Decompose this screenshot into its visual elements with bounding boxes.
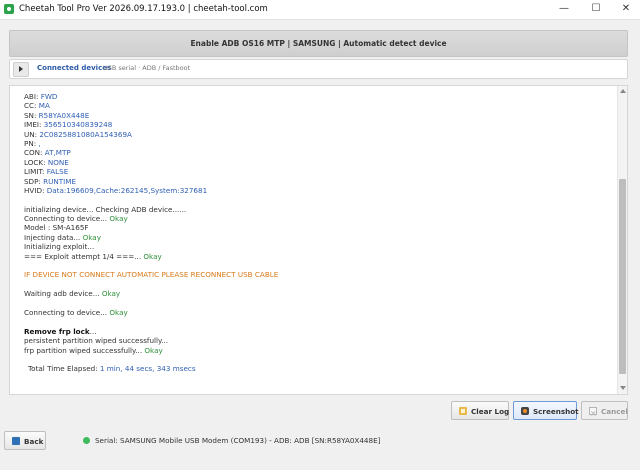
connection-tab-bar: Connected devices USB serial · ADB / Fas… bbox=[9, 59, 628, 79]
log-line: Initializing exploit... bbox=[24, 242, 95, 252]
device-info-line: IMEI: 356510340839248 bbox=[24, 120, 113, 130]
cancel-button[interactable]: Cancel bbox=[581, 401, 628, 423]
back-arrow-icon bbox=[12, 437, 20, 445]
cancel-icon bbox=[589, 404, 597, 423]
tab-usb-serial[interactable]: USB serial · ADB / Fastboot bbox=[103, 64, 190, 72]
log-line: frp partition wiped successfully... Okay bbox=[24, 345, 163, 355]
log-line: Remove frp lock... bbox=[24, 326, 97, 336]
scroll-down-icon[interactable] bbox=[620, 386, 626, 390]
device-info-line: UN: 2C0825881080A154369A bbox=[24, 129, 132, 139]
device-info-line: SDP: RUNTIME bbox=[24, 176, 77, 186]
connection-status-icon bbox=[83, 437, 90, 444]
elapsed-time: Total Time Elapsed: 1 min, 44 secs, 343 … bbox=[28, 364, 196, 374]
log-panel: ABI: FWD CC: MA SN: R58YA0X448E IMEI: 35651… bbox=[9, 85, 628, 395]
close-button[interactable]: ✕ bbox=[610, 0, 640, 19]
device-info-line: ABI: FWD bbox=[24, 92, 58, 101]
clear-log-button[interactable]: Clear Log bbox=[451, 401, 509, 420]
title-bar: Cheetah Tool Pro Ver 2026.09.17.193.0 | … bbox=[0, 0, 640, 20]
device-info-line: PN: , bbox=[24, 138, 41, 148]
expand-arrow-icon[interactable] bbox=[13, 62, 29, 77]
scroll-up-icon[interactable] bbox=[620, 89, 626, 93]
log-line: initializing device... Checking ADB devi… bbox=[24, 204, 187, 214]
device-info-line: LIMIT: FALSE bbox=[24, 167, 69, 177]
reconnect-warning: IF DEVICE NOT CONNECT AUTOMATIC PLEASE R… bbox=[24, 270, 279, 280]
back-button[interactable]: Back bbox=[4, 431, 46, 450]
device-info-line: HVID: Data:196609,Cache:262145,System:32… bbox=[24, 185, 208, 195]
status-text: Serial: SAMSUNG Mobile USB Modem (COM193… bbox=[95, 436, 381, 445]
minimize-button[interactable]: — bbox=[548, 0, 580, 19]
maximize-button[interactable]: ☐ bbox=[580, 0, 612, 19]
log-content: ABI: FWD CC: MA SN: R58YA0X448E IMEI: 35651… bbox=[24, 92, 614, 374]
device-info-line: CC: MA bbox=[24, 101, 50, 111]
tab-connected-devices[interactable]: Connected devices bbox=[37, 64, 111, 72]
log-line: Connecting to device... Okay bbox=[24, 214, 128, 224]
log-line: Model : SM-A165F bbox=[24, 223, 89, 233]
device-info-line: SN: R58YA0X448E bbox=[24, 110, 90, 120]
log-scrollbar[interactable] bbox=[617, 86, 627, 394]
log-line: Waiting adb device... Okay bbox=[24, 289, 121, 299]
operation-header: Enable ADB OS16 MTP | SAMSUNG | Automati… bbox=[9, 30, 628, 57]
log-line: persistent partition wiped successfully.… bbox=[24, 336, 169, 346]
screenshot-button[interactable]: Screenshot bbox=[513, 401, 579, 420]
log-line: Injecting data... Okay bbox=[24, 232, 101, 242]
app-logo-icon bbox=[4, 4, 14, 14]
broom-icon bbox=[459, 407, 467, 415]
device-info-line: CON: AT,MTP bbox=[24, 148, 71, 158]
camera-icon bbox=[521, 407, 529, 415]
log-line: === Exploit attempt 1/4 ===... Okay bbox=[24, 251, 162, 261]
device-info-line: LOCK: NONE bbox=[24, 157, 69, 167]
log-line: Connecting to device... Okay bbox=[24, 307, 128, 317]
window-title: Cheetah Tool Pro Ver 2026.09.17.193.0 | … bbox=[19, 4, 268, 14]
scroll-thumb[interactable] bbox=[619, 179, 626, 374]
